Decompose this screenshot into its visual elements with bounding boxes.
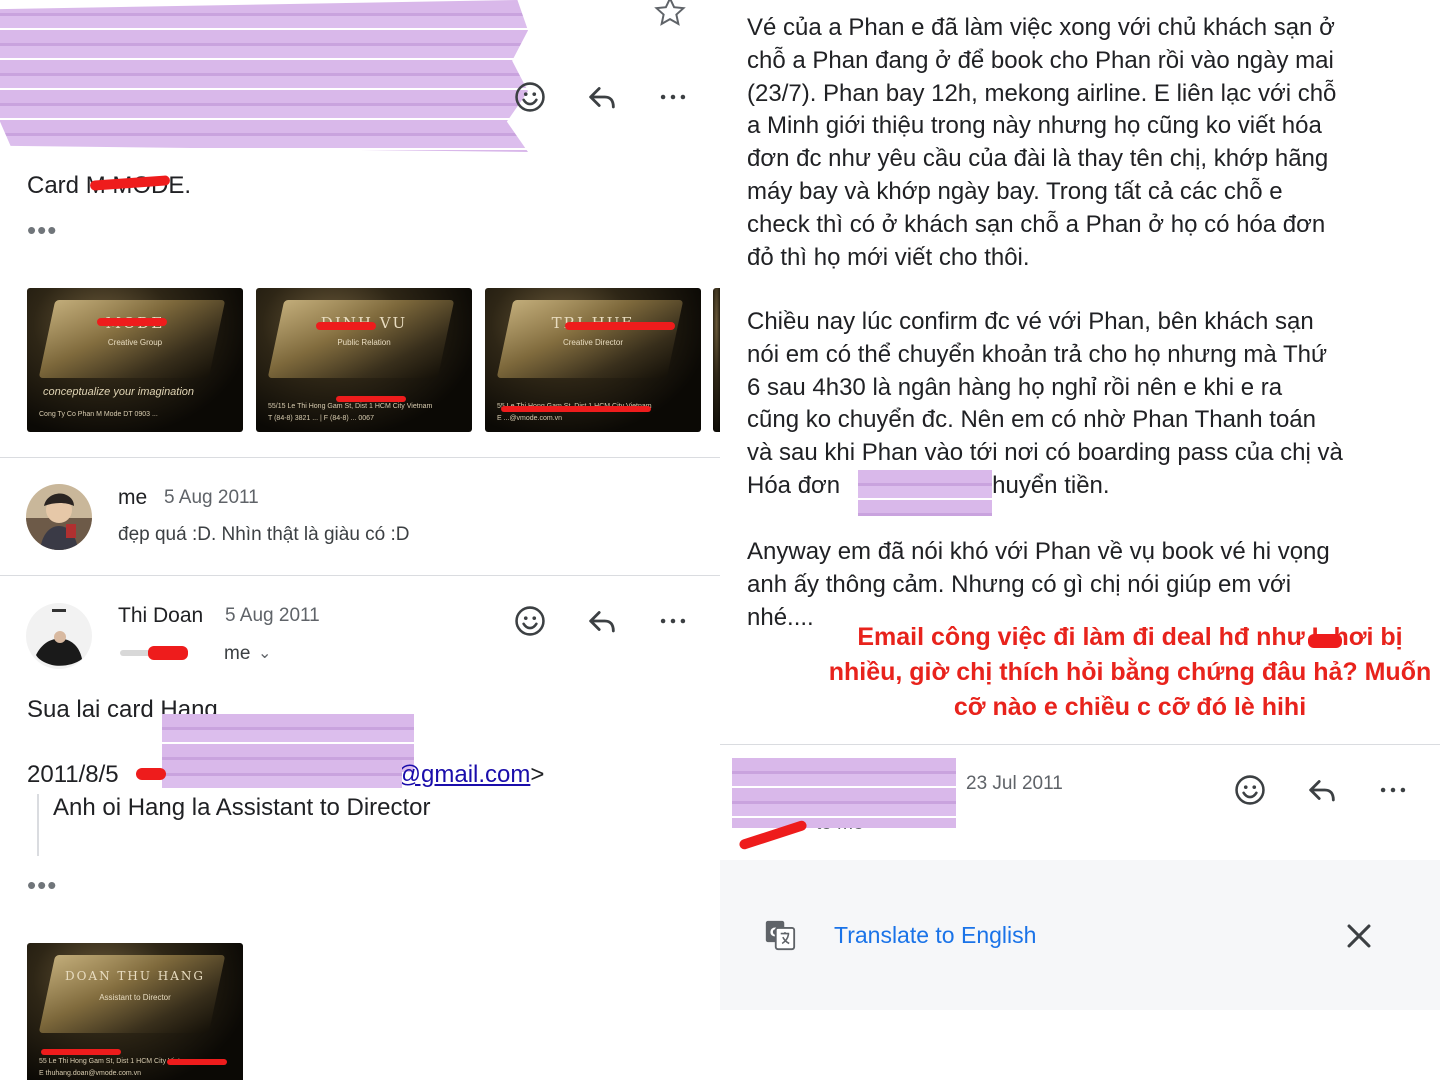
redacted-block: [858, 470, 992, 516]
card-footer: E ...@vmode.com.vn: [497, 415, 563, 422]
text-line: (23/7). Phan bay 12h, mekong airline. E …: [747, 79, 1337, 107]
text-fragment: Hóa đơn: [747, 471, 841, 499]
card-subtitle: Public Relation: [337, 338, 391, 347]
translate-icon[interactable]: G: [760, 915, 800, 955]
business-card-image-partial[interactable]: [713, 288, 720, 432]
text-line: anh ấy thông cảm. Nhưng có gì chị nói gi…: [747, 570, 1292, 598]
avatar[interactable]: [26, 603, 92, 669]
text-line: a Minh giới thiệu trong này nhưng họ cũn…: [747, 112, 1322, 140]
card-subtitle: Creative Group: [107, 338, 163, 347]
text-line: đỏ thì họ mới viết cho thôi.: [747, 243, 1030, 271]
business-card-image[interactable]: MODE Creative Group conceptualize your i…: [27, 288, 243, 432]
more-icon[interactable]: [1373, 770, 1413, 810]
text-line: cũng ko chuyển đc. Nên em có nhờ Phan Th…: [747, 406, 1317, 434]
close-icon[interactable]: [1339, 916, 1379, 956]
red-scribble: [501, 406, 651, 412]
overlay-caption: Email công việc đi làm đi deal hđ như L …: [820, 620, 1440, 725]
text-line: Anyway em đã nói khó với Phan về vụ book…: [747, 538, 1330, 565]
avatar[interactable]: [26, 484, 92, 550]
card-subtitle: Assistant to Director: [99, 993, 171, 1002]
red-scribble: [41, 1049, 121, 1055]
translate-bar: G Translate to English: [720, 860, 1440, 1010]
more-icon[interactable]: [653, 601, 693, 641]
card-subtitle: Creative Director: [562, 338, 623, 347]
text-line: Chiều nay lúc confirm đc vé với Phan, bê…: [747, 308, 1314, 335]
paragraph-2: Chiều nay lúc confirm đc vé với Phan, bê…: [747, 306, 1343, 503]
emoji-icon[interactable]: [1230, 770, 1270, 810]
sender-name: me: [118, 486, 148, 509]
redacted-sender: [732, 758, 956, 828]
red-scribble: [336, 396, 406, 402]
red-scribble: [148, 646, 188, 660]
recipient-name[interactable]: me: [224, 643, 250, 665]
card-footer: 55/15 Le Thi Hong Gam St, Dist 1 HCM Cit…: [268, 403, 433, 410]
quote-email-close: >: [530, 761, 545, 788]
red-scribble: [167, 1059, 227, 1065]
business-card-image[interactable]: DINH VU Public Relation 55/15 Le Thi Hon…: [256, 288, 472, 432]
card-title: DOAN THU HANG: [64, 969, 206, 983]
red-scribble: [316, 322, 376, 330]
card-footer: E thuhang.doan@vmode.com.vn: [39, 1070, 142, 1077]
text-line: chỗ a Phan đang ở để book cho Phan rồi v…: [747, 46, 1334, 74]
text-line: Vé của a Phan e đã làm việc xong với chủ…: [747, 14, 1335, 41]
card-footer: Cong Ty Co Phan M Mode DT 0903 ...: [39, 411, 158, 418]
card-footer: T (84-8) 3821 ... | F (84-8) ... 0067: [268, 415, 374, 422]
red-scribble: [97, 318, 167, 326]
left-email-thread: Card M MODE. ••• MODE Creative Group con…: [0, 0, 720, 1080]
text-line: 6 sau 4h30 là ngân hàng họ nghỉ rồi nên …: [747, 373, 1283, 401]
redacted-header: [0, 0, 528, 152]
message-date: 5 Aug 2011: [164, 487, 259, 508]
show-trimmed-content[interactable]: •••: [27, 870, 57, 901]
quote-bar: [37, 794, 39, 856]
sender-name: Thi Doan: [118, 604, 204, 627]
message-divider: [720, 744, 1440, 745]
text-line: và sau khi Phan vào tới nơi có boarding …: [747, 439, 1343, 467]
card-tagline: conceptualize your imagination: [43, 386, 195, 398]
message-divider: [0, 457, 720, 458]
red-scribble: [136, 768, 166, 780]
paragraph-1: Vé của a Phan e đã làm việc xong với chủ…: [747, 12, 1336, 274]
redacted-email: [162, 760, 402, 790]
text-line: nói em có thể chuyển khoản trả cho họ nh…: [747, 340, 1328, 368]
reply-icon[interactable]: [1302, 770, 1342, 810]
business-card-image[interactable]: DOAN THU HANG Assistant to Director 55 L…: [27, 943, 243, 1080]
message-snippet[interactable]: đẹp quá :D. Nhìn thật là giàu có :D: [118, 524, 410, 546]
emoji-icon[interactable]: [510, 77, 550, 117]
translate-button[interactable]: Translate to English: [834, 922, 1036, 949]
business-card-image[interactable]: TRI HUE Creative Director 55 Le Thi Hong…: [485, 288, 701, 432]
quote-date: 2011/8/5: [27, 761, 119, 788]
text-fragment: chuyển tiền.: [980, 471, 1110, 499]
message-date: 5 Aug 2011: [225, 605, 320, 626]
caption-line: cỡ nào e chiều c cỡ đó lè hihi: [953, 693, 1307, 721]
more-icon[interactable]: [653, 77, 693, 117]
red-scribble: [565, 322, 675, 330]
show-trimmed-content[interactable]: •••: [27, 215, 57, 246]
quote-email-link[interactable]: @gmail.com: [397, 761, 531, 788]
star-icon[interactable]: [650, 0, 690, 32]
red-scribble: [1308, 634, 1342, 648]
message-divider: [0, 575, 720, 576]
quoted-text: Anh oi Hang la Assistant to Director: [53, 794, 431, 821]
reply-icon[interactable]: [582, 601, 622, 641]
chevron-down-icon[interactable]: ⌄: [258, 643, 271, 663]
reply-icon[interactable]: [582, 77, 622, 117]
caption-line: nhiều, giờ chị thích hỏi bằng chứng đâu …: [828, 658, 1432, 686]
text-line: check thì có ở khách sạn chỗ a Phan ở họ…: [747, 210, 1326, 238]
right-email-message: Vé của a Phan e đã làm việc xong với chủ…: [720, 0, 1440, 1080]
caption-line: Email công việc đi làm đi deal hđ như L …: [857, 623, 1403, 651]
text-line: Hóa đơn chuyển tiền.: [747, 470, 1343, 503]
text-line: máy bay và khớp ngày bay. Trong tất cả c…: [747, 177, 1283, 205]
text-line: đơn đc như yêu cầu của đài là thay tên c…: [747, 145, 1329, 173]
message-date: 23 Jul 2011: [966, 773, 1063, 794]
emoji-icon[interactable]: [510, 601, 550, 641]
